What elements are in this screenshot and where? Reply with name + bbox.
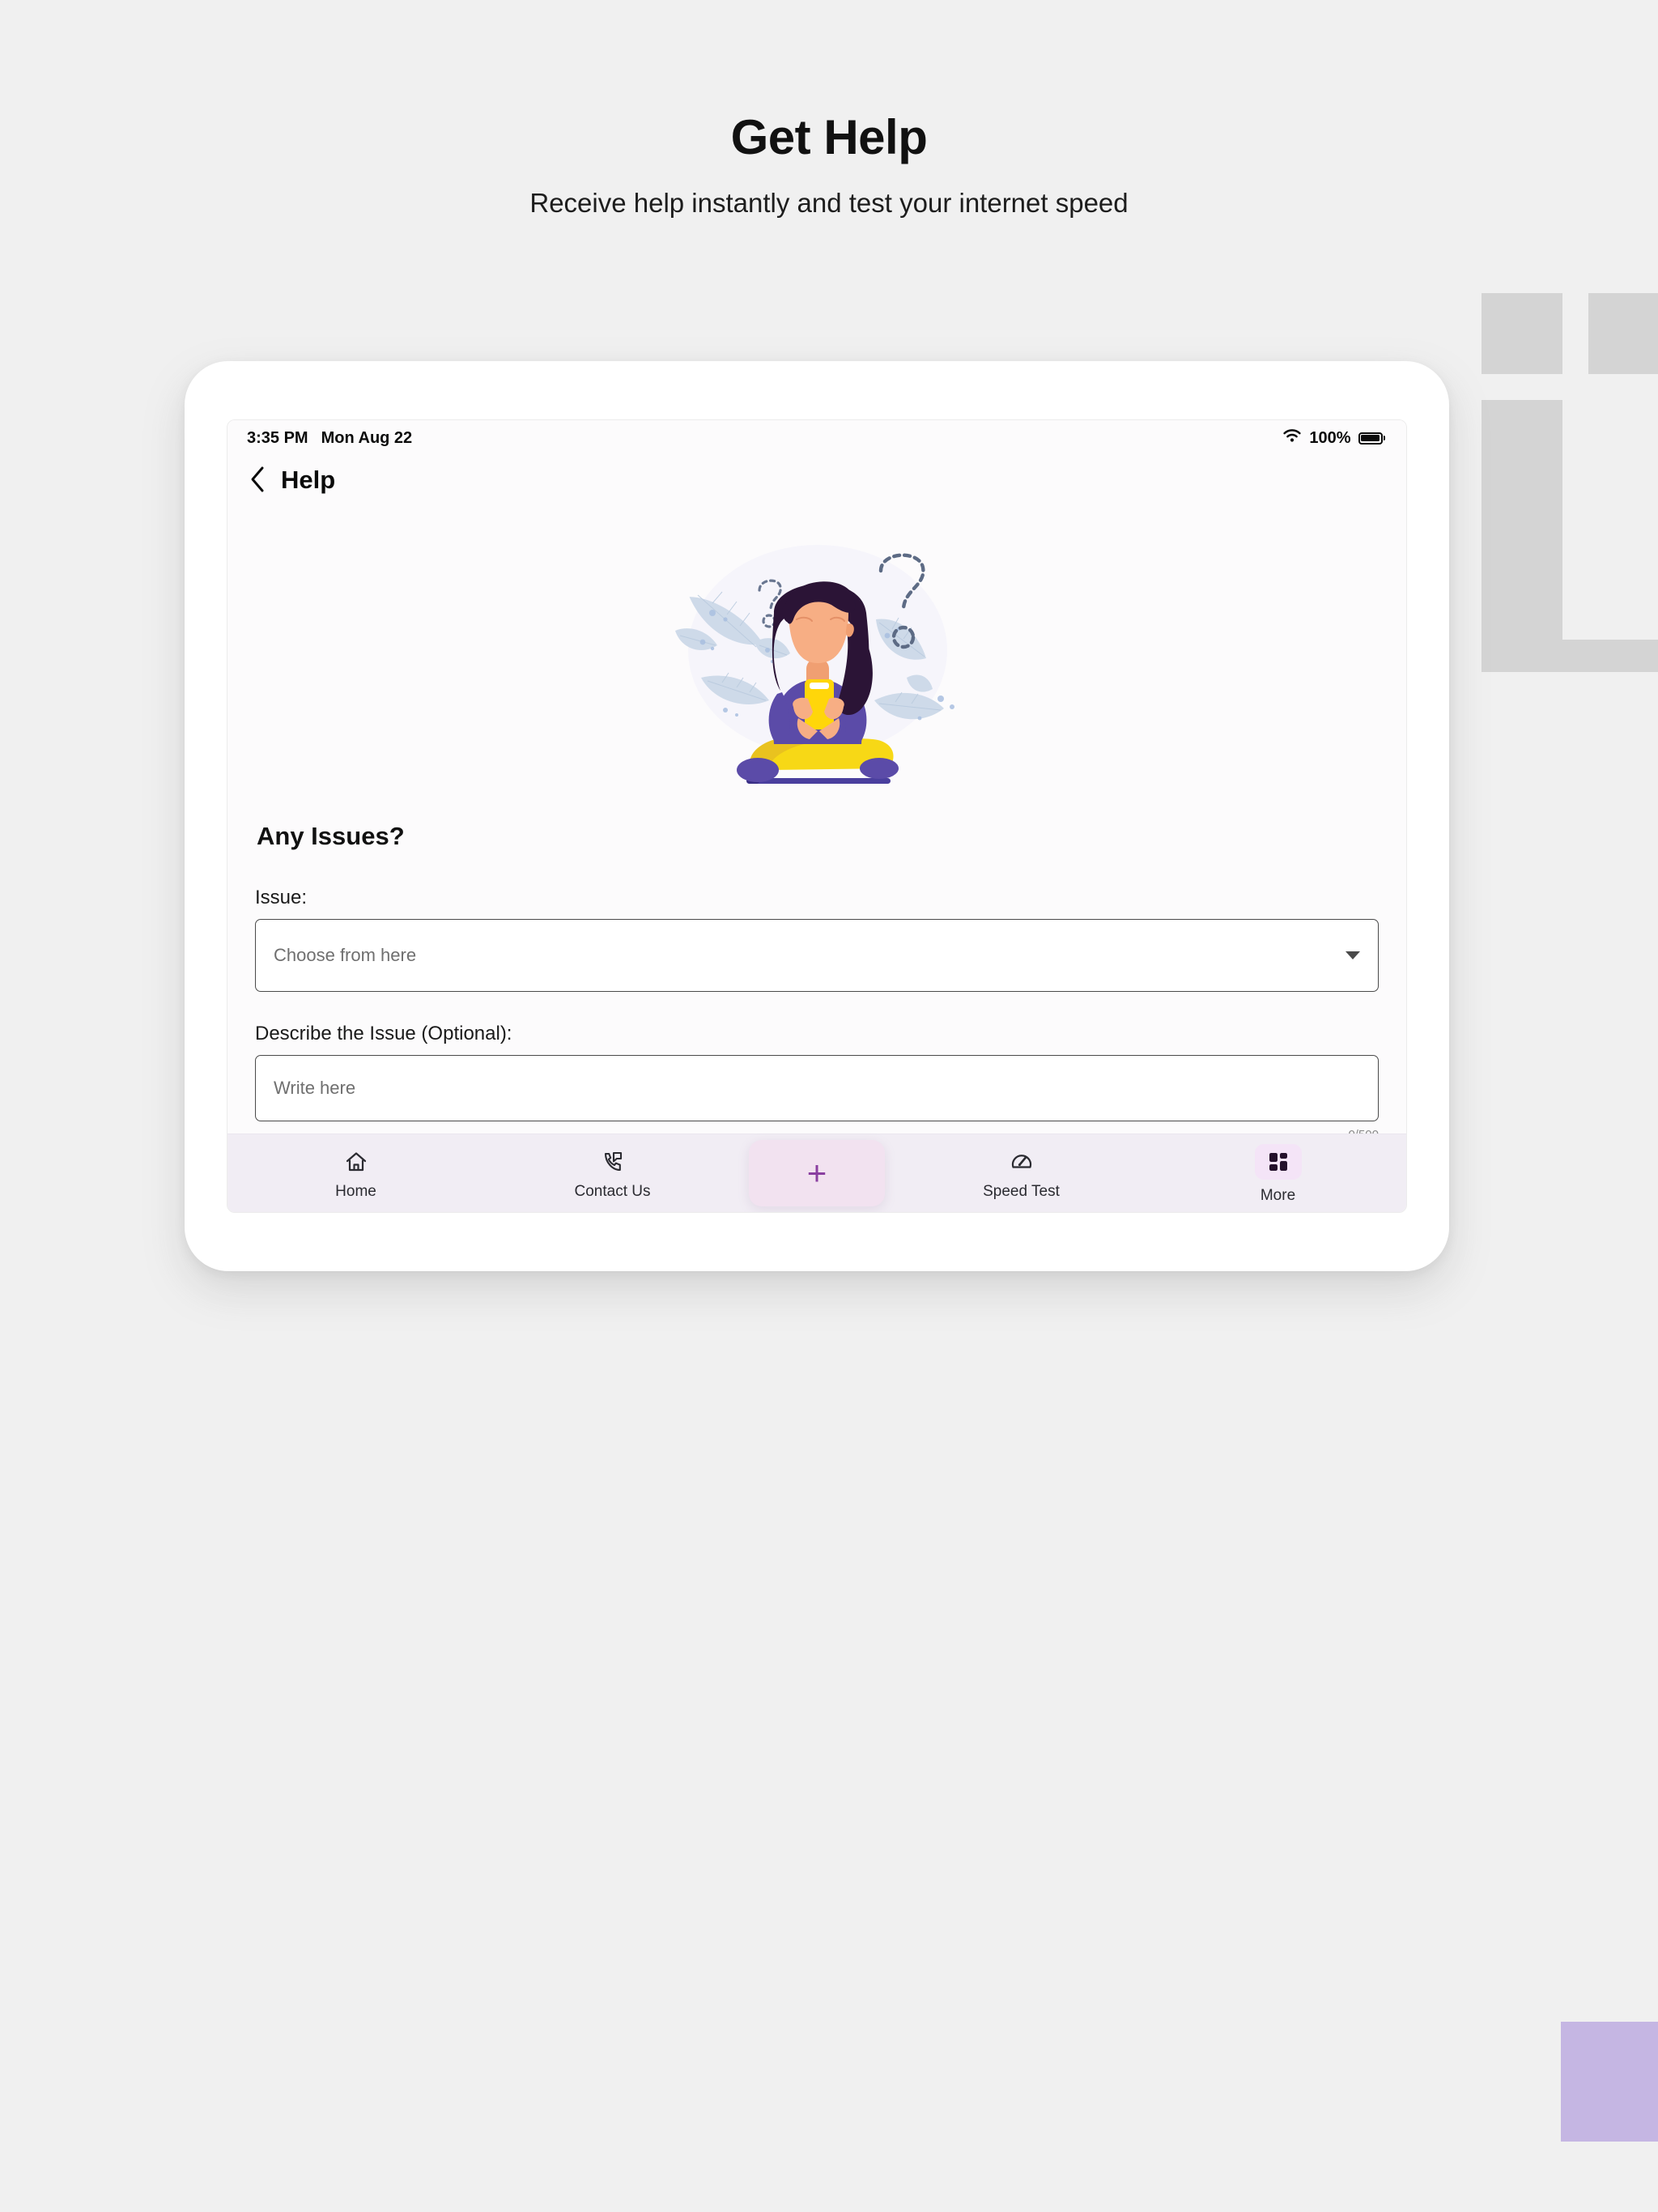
form-section-heading: Any Issues? [257,822,405,850]
bottom-navigation-bar: Home Contact Us + Speed Test More [227,1134,1406,1212]
page-heading-block: Get Help Receive help instantly and test… [0,0,1658,218]
describe-placeholder: Write here [274,1078,356,1098]
status-time: 3:35 PM [247,428,308,447]
status-bar: 3:35 PM Mon Aug 22 100% [227,420,1406,456]
nav-item-add[interactable]: + [749,1140,885,1206]
status-bar-right: 100% [1282,428,1385,448]
nav-label-speed-test: Speed Test [983,1182,1060,1200]
screen-nav-header: Help [227,456,1406,500]
page-title: Get Help [730,110,928,164]
plus-icon: + [806,1154,827,1192]
nav-item-contact-us[interactable]: Contact Us [484,1134,741,1212]
chevron-left-icon[interactable] [249,466,266,493]
describe-label: Describe the Issue (Optional): [255,1023,512,1044]
nav-label-contact-us: Contact Us [574,1182,651,1200]
screen-title: Help [281,465,336,494]
nav-item-more[interactable]: More [1150,1134,1406,1212]
status-bar-left: 3:35 PM Mon Aug 22 [247,429,412,448]
status-date: Mon Aug 22 [321,428,413,447]
battery-percent-label: 100% [1309,428,1351,447]
issue-field-group: Issue: Choose from here [255,888,1379,992]
decorative-square-top-left [1482,293,1562,374]
tablet-screen: 3:35 PM Mon Aug 22 100% Help Any Issues?… [227,419,1407,1213]
describe-textarea[interactable]: Write here [255,1055,1379,1121]
illustration-container [227,500,1406,786]
nav-label-home: Home [335,1182,376,1200]
chevron-down-icon [1346,951,1360,959]
tablet-device-frame: 3:35 PM Mon Aug 22 100% Help Any Issues?… [185,361,1449,1271]
decorative-lshape-horizontal [1482,640,1658,672]
issue-select-placeholder: Choose from here [274,945,417,965]
woman-with-phone-questions-illustration [675,545,954,784]
wifi-icon [1282,428,1302,448]
screen-content: Any Issues? Issue: Choose from here Desc… [227,500,1406,1134]
issue-select[interactable]: Choose from here [255,919,1379,992]
phone-chat-icon [601,1148,625,1176]
nav-label-more: More [1260,1186,1296,1204]
issue-label: Issue: [255,887,308,908]
speedometer-icon [1010,1148,1034,1176]
battery-full-icon [1358,432,1385,445]
nav-item-speed-test[interactable]: Speed Test [893,1134,1150,1212]
decorative-lshape-vertical [1482,400,1562,672]
home-icon [344,1148,368,1176]
decorative-purple-rectangle [1561,2022,1658,2142]
page-subtitle: Receive help instantly and test your int… [529,188,1129,218]
nav-item-home[interactable]: Home [227,1134,484,1212]
describe-field-group: Describe the Issue (Optional): Write her… [255,1024,1379,1134]
issue-form: Any Issues? Issue: Choose from here Desc… [227,786,1406,1134]
grid-menu-icon [1254,1143,1302,1180]
decorative-square-top-right [1588,293,1658,374]
